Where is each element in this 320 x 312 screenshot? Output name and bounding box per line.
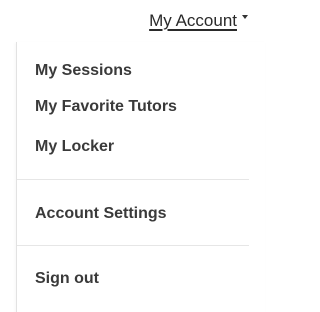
menu-divider [17, 245, 249, 246]
chevron-down-icon[interactable] [242, 15, 248, 19]
my-account-dropdown-trigger[interactable]: My Account [149, 11, 248, 31]
menu-item-account-settings[interactable]: Account Settings [35, 205, 167, 223]
menu-item-my-favorite-tutors[interactable]: My Favorite Tutors [35, 98, 177, 116]
menu-item-sign-out[interactable]: Sign out [35, 270, 99, 288]
menu-item-my-sessions[interactable]: My Sessions [35, 62, 132, 80]
menu-divider [17, 179, 249, 180]
account-dropdown-menu: My Sessions My Favorite Tutors My Locker… [16, 42, 265, 312]
my-account-label[interactable]: My Account [149, 11, 237, 31]
menu-item-my-locker[interactable]: My Locker [35, 138, 114, 156]
top-bar: My Account [0, 0, 262, 40]
